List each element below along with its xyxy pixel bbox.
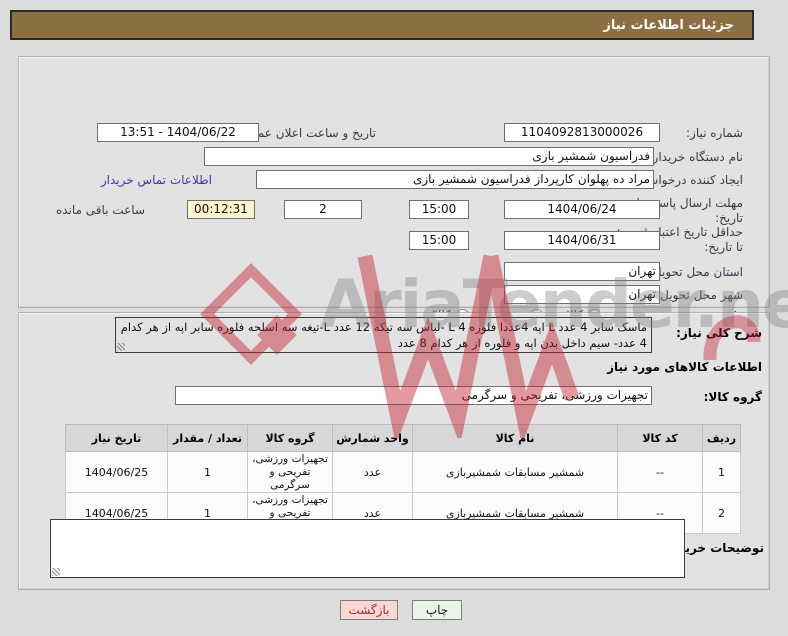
cell-unit: عدد: [332, 451, 413, 493]
request-creator-field[interactable]: مراد ده پهلوان کارپرداز فدراسیون شمشیر ب…: [256, 170, 654, 189]
col-header-row-number: ردیف: [702, 424, 741, 452]
buyer-notes-textarea[interactable]: [50, 519, 685, 578]
cell-item-name: شمشیر مسابقات شمشیربازی: [412, 451, 618, 493]
col-header-need-date: تاریخ نیاز: [65, 424, 168, 452]
table-row[interactable]: 1 -- شمشیر مسابقات شمشیربازی عدد تجهیزات…: [65, 451, 741, 493]
countdown-time-field: 00:12:31: [187, 200, 255, 219]
buyer-name-field[interactable]: فدراسیون شمشیر بازی: [204, 147, 654, 166]
price-validity-time-field[interactable]: 15:00: [409, 231, 469, 250]
city-label: شهر محل تحویل:: [656, 288, 743, 302]
cell-item-code: --: [617, 451, 703, 493]
countdown-days-field: 2: [284, 200, 362, 219]
buyer-name-label: نام دستگاه خریدار:: [648, 150, 744, 164]
page-title: جزئیات اطلاعات نیاز: [603, 17, 734, 33]
resize-grip-icon[interactable]: [117, 343, 125, 351]
province-label: استان محل تحویل:: [648, 265, 743, 279]
need-details-page: جزئیات اطلاعات نیاز شماره نیاز: 11040928…: [0, 0, 788, 636]
col-header-quantity: تعداد / مقدار: [167, 424, 248, 452]
items-table-header-row: ردیف کد کالا نام کالا واحد شمارش گروه کا…: [65, 424, 741, 452]
need-number-label: شماره نیاز:: [686, 126, 743, 140]
need-info-groupbox: شماره نیاز: 1104092813000026 تاریخ و ساع…: [18, 56, 770, 347]
price-validity-date-field[interactable]: 1404/06/31: [504, 231, 660, 250]
cell-quantity: 1: [167, 451, 248, 493]
buyer-contact-link[interactable]: اطلاعات تماس خریدار: [101, 173, 212, 187]
cell-row-number: 1: [702, 451, 741, 493]
cell-item-group: تجهیزات ورزشی، تفریحی و سرگرمی: [247, 451, 333, 493]
items-table: ردیف کد کالا نام کالا واحد شمارش گروه کا…: [65, 424, 741, 534]
response-deadline-date-field[interactable]: 1404/06/24: [504, 200, 660, 219]
announce-datetime-field[interactable]: 1404/06/22 - 13:51: [97, 123, 259, 142]
need-number-field[interactable]: 1104092813000026: [504, 123, 660, 142]
response-deadline-time-field[interactable]: 15:00: [409, 200, 469, 219]
page-title-bar: جزئیات اطلاعات نیاز: [10, 10, 754, 40]
item-group-label: گروه کالا:: [703, 390, 762, 404]
resize-grip-icon[interactable]: [52, 568, 60, 576]
col-header-unit: واحد شمارش: [332, 424, 413, 452]
description-label: شرح کلی نیاز:: [676, 326, 762, 340]
countdown-time-suffix: ساعت باقی مانده: [55, 203, 145, 217]
col-header-item-name: نام کالا: [412, 424, 618, 452]
cell-need-date: 1404/06/25: [65, 451, 168, 493]
col-header-item-code: کد کالا: [617, 424, 703, 452]
back-button[interactable]: بازگشت: [340, 600, 398, 620]
city-field[interactable]: تهران: [504, 285, 660, 304]
description-textarea[interactable]: ماسک سابر 4 عدد L اپه 4عددا فلوره L 4 -ل…: [115, 317, 652, 353]
item-group-field[interactable]: تجهیزات ورزشی، تفریحی و سرگرمی: [175, 386, 652, 405]
col-header-item-group: گروه کالا: [247, 424, 333, 452]
items-section-title: اطلاعات کالاهای مورد نیاز: [607, 360, 762, 374]
description-text: ماسک سابر 4 عدد L اپه 4عددا فلوره L 4 -ل…: [120, 320, 647, 350]
province-field[interactable]: تهران: [504, 262, 660, 281]
print-button[interactable]: چاپ: [412, 600, 462, 620]
cell-row-number: 2: [702, 492, 741, 534]
